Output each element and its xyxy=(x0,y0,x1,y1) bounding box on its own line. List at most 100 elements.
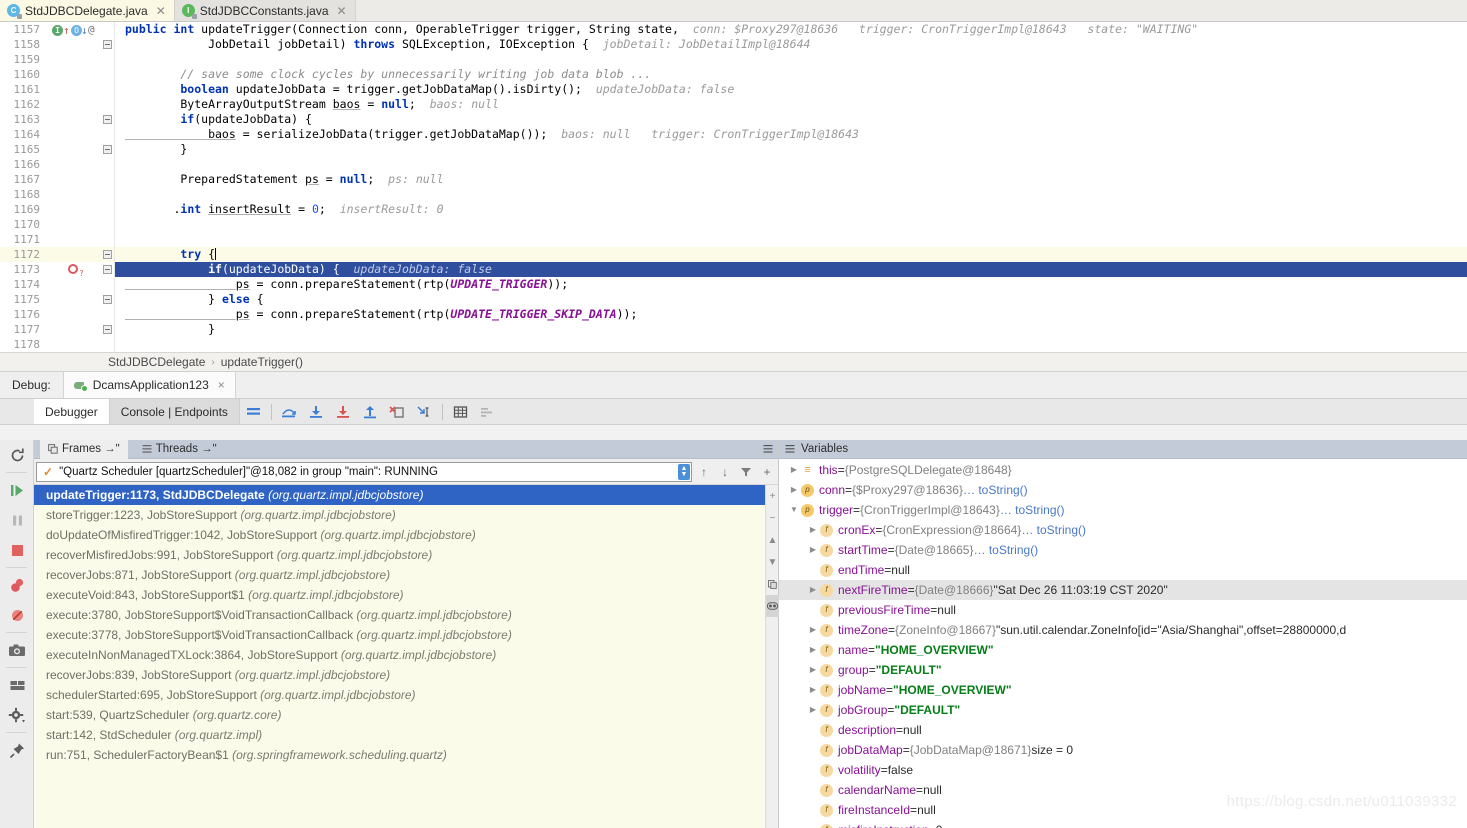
chevron-right-icon[interactable]: ▶ xyxy=(806,580,820,600)
move-down-icon[interactable]: ↓ xyxy=(716,462,734,482)
rerun-icon[interactable] xyxy=(0,440,34,470)
thread-selector-combobox[interactable]: ✓ "Quartz Scheduler [quartzScheduler]"@1… xyxy=(36,461,692,482)
code-line[interactable]: 1158 JobDetail jobDetail) throws SQLExce… xyxy=(0,37,1467,52)
gutter-icons[interactable] xyxy=(46,277,100,292)
tab-frames[interactable]: Frames →ʺ xyxy=(40,439,128,459)
code-text[interactable]: ps = conn.prepareStatement(rtp(UPDATE_TR… xyxy=(115,307,1467,322)
settings-gear-icon[interactable] xyxy=(0,700,34,730)
code-line[interactable]: 1159 xyxy=(0,52,1467,67)
breakpoint-icon[interactable] xyxy=(68,264,78,274)
fold-toggle-icon[interactable] xyxy=(103,40,112,49)
code-line[interactable]: 1175 } else { xyxy=(0,292,1467,307)
variable-row[interactable]: ▶ p conn = {$Proxy297@18636} … toString() xyxy=(779,480,1467,500)
resume-program-icon[interactable] xyxy=(0,475,34,505)
code-text[interactable]: ps = conn.prepareStatement(rtp(UPDATE_TR… xyxy=(115,277,1467,292)
variable-row[interactable]: ▶ f group = "DEFAULT" xyxy=(779,660,1467,680)
code-text[interactable]: ByteArrayOutputStream baos = null; baos:… xyxy=(115,97,1467,112)
gutter-icons[interactable]: I ↑ O ↓ @ xyxy=(46,22,100,37)
chevron-right-icon[interactable]: ▶ xyxy=(806,620,820,640)
code-line[interactable]: 1171 xyxy=(0,232,1467,247)
code-line[interactable]: 1169 .int insertResult = 0; insertResult… xyxy=(0,202,1467,217)
gutter-icons[interactable] xyxy=(46,292,100,307)
implementing-method-icon[interactable]: I xyxy=(52,25,63,36)
frame-row[interactable]: execute:3778, JobStoreSupport$VoidTransa… xyxy=(34,625,765,645)
code-text[interactable]: } else { xyxy=(115,292,1467,307)
gutter-icons[interactable] xyxy=(46,202,100,217)
gutter-icons[interactable] xyxy=(46,67,100,82)
code-line[interactable]: 1177 } xyxy=(0,322,1467,337)
force-step-into-icon[interactable] xyxy=(330,399,357,425)
code-text[interactable]: PreparedStatement ps = null; ps: null xyxy=(115,172,1467,187)
fold-gutter[interactable] xyxy=(100,67,114,82)
code-line[interactable]: 1163 if(updateJobData) { xyxy=(0,112,1467,127)
code-text[interactable] xyxy=(115,217,1467,232)
chevron-right-icon[interactable]: ▶ xyxy=(806,660,820,680)
variables-tree[interactable]: ▶ ≡ this = {PostgreSQLDelegate@18648} ▶ p con… xyxy=(779,460,1467,828)
variable-row[interactable]: ▶ f name = "HOME_OVERVIEW" xyxy=(779,640,1467,660)
variable-row[interactable]: f fireInstanceId = null xyxy=(779,800,1467,820)
fold-toggle-icon[interactable] xyxy=(103,265,112,274)
gutter-icons[interactable] xyxy=(46,157,100,172)
restore-layout-icon[interactable] xyxy=(0,670,34,700)
fold-gutter[interactable] xyxy=(100,157,114,172)
scroll-up-icon[interactable]: ▲ xyxy=(766,529,779,551)
fold-gutter[interactable] xyxy=(100,217,114,232)
fold-toggle-icon[interactable] xyxy=(103,250,112,259)
code-text[interactable] xyxy=(115,52,1467,67)
code-text[interactable]: try { xyxy=(115,247,1467,262)
fold-gutter[interactable] xyxy=(100,337,114,352)
chevron-right-icon[interactable]: ▶ xyxy=(787,460,801,480)
gutter-icons[interactable] xyxy=(46,37,100,52)
code-line[interactable]: 1157 I ↑ O ↓ @ public int updateTrigger(Connec… xyxy=(0,22,1467,37)
pause-program-icon[interactable] xyxy=(0,505,34,535)
fold-toggle-icon[interactable] xyxy=(103,295,112,304)
tab-threads[interactable]: Threads →ʺ xyxy=(134,440,225,459)
code-editor[interactable]: 1157 I ↑ O ↓ @ public int updateTrigger(Connec… xyxy=(0,22,1467,352)
gutter-icons[interactable] xyxy=(46,82,100,97)
gutter-icons[interactable] xyxy=(46,172,100,187)
code-text[interactable]: .int insertResult = 0; insertResult: 0 xyxy=(115,202,1467,217)
code-text[interactable] xyxy=(115,337,1467,352)
code-line[interactable]: 1161 boolean updateJobData = trigger.get… xyxy=(0,82,1467,97)
editor-tab-stdjdbcdelegate[interactable]: C StdJDBCDelegate.java ✕ xyxy=(0,0,175,21)
frame-row[interactable]: doUpdateOfMisfiredTrigger:1042, JobStore… xyxy=(34,525,765,545)
code-line[interactable]: 1164 baos = serializeJobData(trigger.get… xyxy=(0,127,1467,142)
variable-row[interactable]: ▶ f cronEx = {CronExpression@18664} … toSt… xyxy=(779,520,1467,540)
stop-program-icon[interactable] xyxy=(0,535,34,565)
fold-gutter[interactable] xyxy=(100,127,114,142)
chevron-right-icon[interactable]: ▶ xyxy=(806,540,820,560)
fold-gutter[interactable] xyxy=(100,232,114,247)
code-text[interactable] xyxy=(115,187,1467,202)
filter-icon[interactable] xyxy=(737,462,755,482)
code-text[interactable] xyxy=(115,232,1467,247)
variable-row[interactable]: ▶ ≡ this = {PostgreSQLDelegate@18648} xyxy=(779,460,1467,480)
frames-list[interactable]: updateTrigger:1173, StdJDBCDelegate (org… xyxy=(34,485,765,828)
frame-row[interactable]: run:751, SchedulerFactoryBean$1 (org.spr… xyxy=(34,745,765,765)
variable-row[interactable]: ▼ p trigger = {CronTriggerImpl@18643} … to… xyxy=(779,500,1467,520)
code-line[interactable]: 1176 ps = conn.prepareStatement(rtp(UPDA… xyxy=(0,307,1467,322)
code-text[interactable]: JobDetail jobDetail) throws SQLException… xyxy=(115,37,1467,52)
code-line[interactable]: 1167 PreparedStatement ps = null; ps: nu… xyxy=(0,172,1467,187)
frame-row[interactable]: recoverJobs:839, JobStoreSupport (org.qu… xyxy=(34,665,765,685)
chevron-right-icon[interactable]: ▶ xyxy=(787,480,801,500)
plus-icon[interactable]: + xyxy=(766,485,779,507)
layout-settings-icon[interactable] xyxy=(474,399,501,425)
variable-row[interactable]: f jobDataMap = {JobDataMap@18671} size = … xyxy=(779,740,1467,760)
gutter-icons[interactable] xyxy=(46,142,100,157)
step-into-icon[interactable] xyxy=(303,399,330,425)
variable-row[interactable]: f description = null xyxy=(779,720,1467,740)
minus-icon[interactable]: − xyxy=(766,507,779,529)
code-line[interactable]: 1173? if(updateJobData) { updateJobData:… xyxy=(0,262,1467,278)
code-line[interactable]: 1174 ps = conn.prepareStatement(rtp(UPDA… xyxy=(0,277,1467,292)
step-out-icon[interactable] xyxy=(357,399,384,425)
frame-row[interactable]: executeVoid:843, JobStoreSupport$1 (org.… xyxy=(34,585,765,605)
code-line[interactable]: 1165 } xyxy=(0,142,1467,157)
code-line[interactable]: 1168 xyxy=(0,187,1467,202)
code-text[interactable]: } xyxy=(115,142,1467,157)
chevron-updown-icon[interactable]: ▲ ▼ xyxy=(678,463,690,480)
fold-gutter[interactable] xyxy=(100,112,114,127)
add-icon[interactable]: + xyxy=(758,462,776,482)
gutter-icons[interactable] xyxy=(46,127,100,142)
gutter-icons[interactable] xyxy=(46,97,100,112)
fold-gutter[interactable] xyxy=(100,52,114,67)
